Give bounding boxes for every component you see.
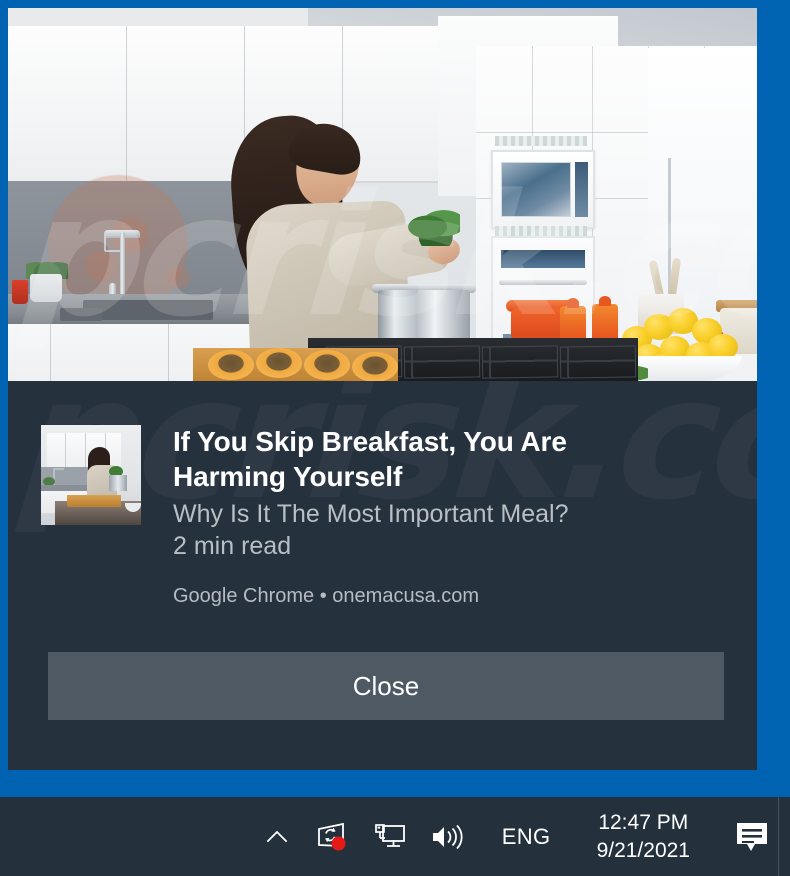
notification-subtitle-line1: Why Is It The Most Important Meal? (173, 500, 569, 529)
onedrive-sync-icon (317, 822, 346, 850)
clock-button[interactable]: 12:47 PM 9/21/2021 (577, 797, 718, 876)
notification-thumbnail (41, 425, 141, 525)
action-center-button[interactable] (718, 797, 790, 876)
taskbar-separator (778, 797, 779, 876)
clock-time: 12:47 PM (598, 810, 689, 834)
notification-subtitle-line2: 2 min read (173, 531, 292, 560)
volume-icon (432, 824, 463, 849)
taskbar: ENG 12:47 PM 9/21/2021 (0, 797, 790, 876)
onedrive-sync-button[interactable] (304, 797, 362, 876)
notification-subtitle: Why Is It The Most Important Meal? 2 min… (173, 499, 693, 562)
notification-hero-image: pcrisk.com (8, 8, 757, 381)
network-icon (374, 823, 405, 847)
clock: 12:47 PM 9/21/2021 (589, 809, 706, 864)
notification-title: If You Skip Breakfast, You Are Harming Y… (173, 426, 567, 492)
show-hidden-icons-button[interactable] (250, 797, 304, 876)
chevron-up-icon (266, 830, 287, 842)
system-tray: ENG 12:47 PM 9/21/2021 (250, 797, 790, 876)
language-indicator[interactable]: ENG (476, 797, 577, 876)
clock-date: 9/21/2021 (596, 838, 690, 862)
close-button[interactable]: Close (48, 652, 724, 720)
notification-body: pcrisk.com (8, 381, 757, 770)
volume-button[interactable] (418, 797, 476, 876)
network-button[interactable] (362, 797, 418, 876)
language-label: ENG (501, 823, 551, 849)
kitchen-scene (8, 8, 757, 381)
action-center-icon (737, 822, 767, 851)
desktop-accent-band (0, 770, 790, 797)
desktop-screen: pcrisk.com pcrisk.com (0, 0, 790, 876)
notification-source: Google Chrome • onemacusa.com (173, 585, 480, 608)
toast-notification[interactable]: pcrisk.com pcrisk.com (8, 8, 757, 770)
